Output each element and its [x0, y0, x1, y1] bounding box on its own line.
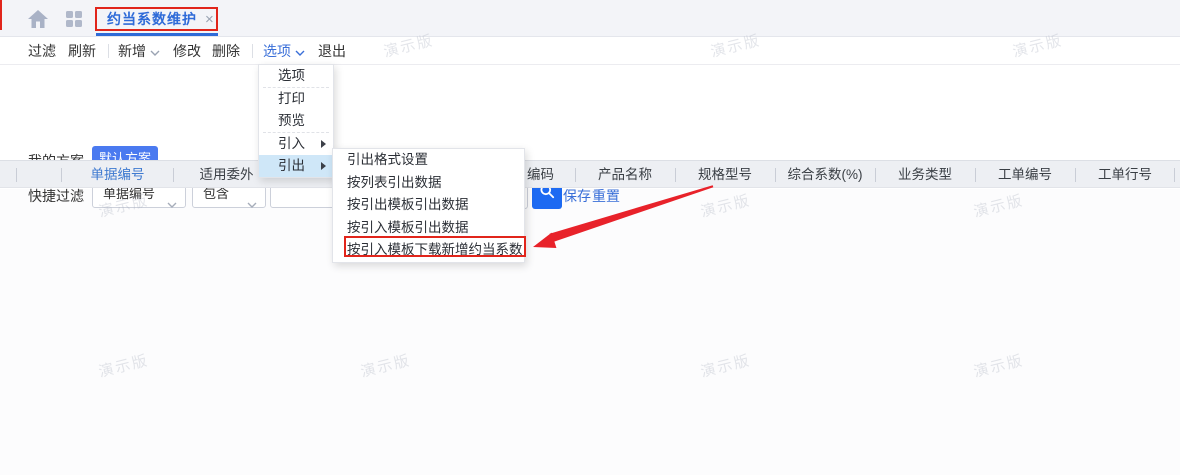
- menubar-item-delete[interactable]: 删除: [212, 37, 240, 65]
- chevron-down-icon: [295, 37, 305, 65]
- tab-close-icon[interactable]: ×: [205, 12, 214, 27]
- column-header-coefficient[interactable]: 综合系数(%): [775, 161, 875, 189]
- export-submenu: 引出格式设置 按列表引出数据 按引出模板引出数据 按引入模板引出数据 按引入模板…: [332, 148, 525, 263]
- chevron-down-icon: [167, 191, 177, 217]
- menu-item-import[interactable]: 引入: [259, 133, 333, 155]
- active-tab-red-annotation-box: 约当系数维护 ×: [95, 7, 218, 31]
- options-dropdown-menu: 选项 打印 预览 引入 引出: [258, 64, 334, 178]
- reset-filter-link[interactable]: 重置: [592, 186, 620, 206]
- menubar-item-filter[interactable]: 过滤: [28, 37, 56, 65]
- column-header-product-name[interactable]: 产品名称: [575, 161, 675, 189]
- menubar-item-add[interactable]: 新增: [118, 37, 160, 65]
- menu-item-print[interactable]: 打印: [259, 88, 333, 110]
- column-header-code[interactable]: 编码: [527, 161, 575, 189]
- submenu-item-export-by-export-template[interactable]: 按引出模板引出数据: [333, 194, 524, 217]
- chevron-down-icon: [247, 191, 257, 217]
- menu-item-export[interactable]: 引出: [259, 155, 333, 177]
- top-bar: 约当系数维护 ×: [0, 0, 1180, 37]
- submenu-arrow-icon: [321, 140, 326, 148]
- submenu-item-export-format-settings[interactable]: 引出格式设置: [333, 149, 524, 172]
- column-header-workorder-no[interactable]: 工单编号: [975, 161, 1075, 189]
- table-header-row: 单据编号 适用委外 编码 产品名称 规格型号 综合系数(%) 业务类型 工单编号…: [0, 160, 1180, 188]
- red-edge-artifact: [0, 0, 2, 30]
- apps-grid-icon[interactable]: [66, 11, 82, 27]
- menubar-separator: [108, 44, 109, 58]
- menubar-item-refresh[interactable]: 刷新: [68, 37, 96, 65]
- column-header-business-type[interactable]: 业务类型: [875, 161, 975, 189]
- home-icon[interactable]: [28, 10, 48, 28]
- quick-filter-label: 快捷过滤: [28, 186, 84, 206]
- table-body-empty: [0, 189, 1180, 475]
- menubar-item-options[interactable]: 选项: [263, 37, 305, 65]
- active-tab-underline: [96, 33, 218, 36]
- filter-panel: 我的方案 默认方案 快捷过滤 单据编号 包含: [0, 65, 1180, 160]
- submenu-item-export-by-import-template[interactable]: 按引入模板引出数据: [333, 217, 524, 240]
- tab-title[interactable]: 约当系数维护: [97, 9, 197, 29]
- save-filter-link[interactable]: 保存: [563, 186, 591, 206]
- chevron-down-icon: [150, 37, 160, 65]
- column-header-spec-model[interactable]: 规格型号: [675, 161, 775, 189]
- column-header-doc-number[interactable]: 单据编号: [62, 161, 173, 189]
- menubar-item-modify[interactable]: 修改: [173, 37, 201, 65]
- menu-item-preview[interactable]: 预览: [259, 110, 333, 132]
- column-separator: [16, 168, 17, 182]
- menubar-separator: [252, 44, 253, 58]
- toolbar-menu-bar: 过滤 刷新 新增 修改 删除 选项 退出: [0, 37, 1180, 65]
- column-header-workorder-line[interactable]: 工单行号: [1075, 161, 1175, 189]
- submenu-item-download-new-coefficient-by-import-template[interactable]: 按引入模板下载新增约当系数: [333, 239, 524, 262]
- submenu-arrow-icon: [321, 162, 326, 170]
- submenu-item-export-by-list[interactable]: 按列表引出数据: [333, 172, 524, 195]
- menu-item-options[interactable]: 选项: [259, 65, 333, 87]
- menubar-item-exit[interactable]: 退出: [318, 37, 346, 65]
